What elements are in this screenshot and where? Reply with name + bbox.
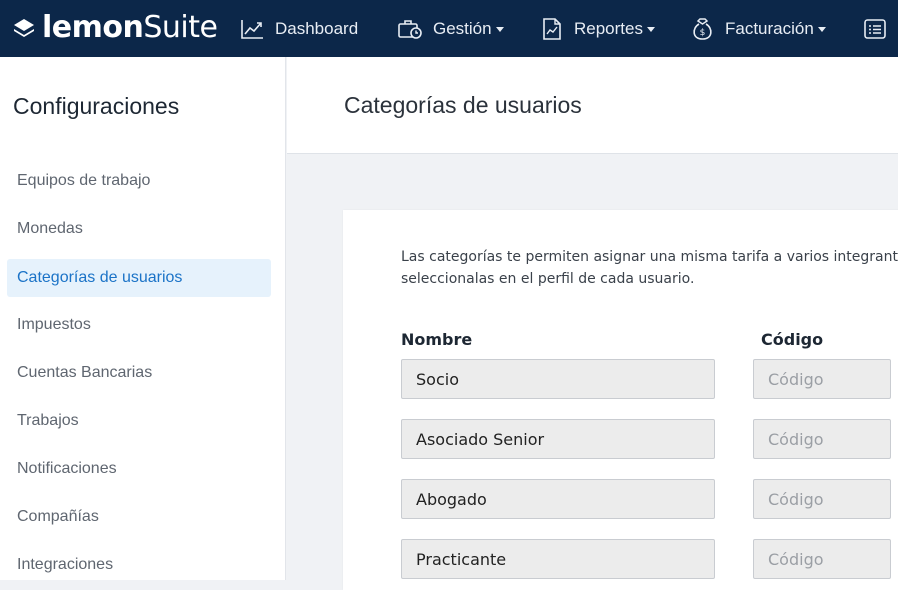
category-name-input[interactable]: [401, 359, 715, 399]
chevron-down-icon: [817, 27, 826, 32]
money-bag-icon: $: [693, 17, 712, 40]
sidebar-item-trabajos[interactable]: Trabajos: [7, 402, 271, 440]
sidebar-title: Configuraciones: [13, 93, 180, 119]
settings-sidebar: Configuraciones Equipos de trabajo Moned…: [0, 57, 286, 580]
sidebar-item-integraciones[interactable]: Integraciones: [7, 546, 271, 584]
sidebar-item-categorias[interactable]: Categorías de usuarios: [7, 259, 271, 297]
nav-more[interactable]: [863, 0, 897, 57]
category-code-input[interactable]: [753, 359, 891, 399]
category-code-input[interactable]: [753, 419, 891, 459]
nav-facturacion[interactable]: $ Facturación: [690, 0, 826, 57]
description-text: Las categorías te permiten asignar una m…: [401, 246, 898, 290]
briefcase-clock-icon: [398, 19, 422, 39]
list-icon: [864, 18, 886, 39]
column-header-name: Nombre: [401, 330, 473, 349]
category-code-input[interactable]: [753, 539, 891, 579]
chevron-down-icon: [646, 27, 655, 32]
page-title: Categorías de usuarios: [344, 92, 582, 118]
sidebar-item-impuestos[interactable]: Impuestos: [7, 306, 271, 344]
category-code-input[interactable]: [753, 479, 891, 519]
app-logo[interactable]: lemonSuite: [12, 9, 218, 47]
nav-dashboard[interactable]: Dashboard: [240, 0, 358, 57]
nav-gestion[interactable]: Gestión: [397, 0, 504, 57]
top-navbar: lemonSuite Dashboard Gestión Reportes $ …: [0, 0, 898, 57]
logo-text-light: Suite: [143, 10, 218, 45]
nav-label: Dashboard: [275, 18, 359, 38]
diamond-logo-icon: [14, 19, 34, 37]
chart-line-icon: [241, 19, 263, 39]
sidebar-item-equipos[interactable]: Equipos de trabajo: [7, 162, 271, 200]
categories-card: Las categorías te permiten asignar una m…: [343, 210, 898, 590]
chevron-down-icon: [495, 27, 504, 32]
sidebar-item-notificaciones[interactable]: Notificaciones: [7, 450, 271, 488]
nav-reportes[interactable]: Reportes: [540, 0, 655, 57]
description-line: Las categorías te permiten asignar una m…: [401, 249, 898, 265]
svg-text:$: $: [700, 28, 706, 38]
category-name-input[interactable]: [401, 539, 715, 579]
category-name-input[interactable]: [401, 479, 715, 519]
category-name-input[interactable]: [401, 419, 715, 459]
page-header: Categorías de usuarios: [287, 57, 898, 154]
description-line: seleccionalas en el perfil de cada usuar…: [401, 271, 695, 287]
sidebar-item-cuentas[interactable]: Cuentas Bancarias: [7, 354, 271, 392]
nav-label: Facturación: [725, 18, 814, 38]
nav-label: Reportes: [574, 18, 643, 38]
sidebar-item-monedas[interactable]: Monedas: [7, 210, 271, 248]
nav-label: Gestión: [433, 18, 492, 38]
document-chart-icon: [543, 17, 561, 40]
sidebar-item-companias[interactable]: Compañías: [7, 498, 271, 536]
column-header-code: Código: [761, 330, 824, 349]
logo-text-bold: lemon: [42, 10, 144, 45]
